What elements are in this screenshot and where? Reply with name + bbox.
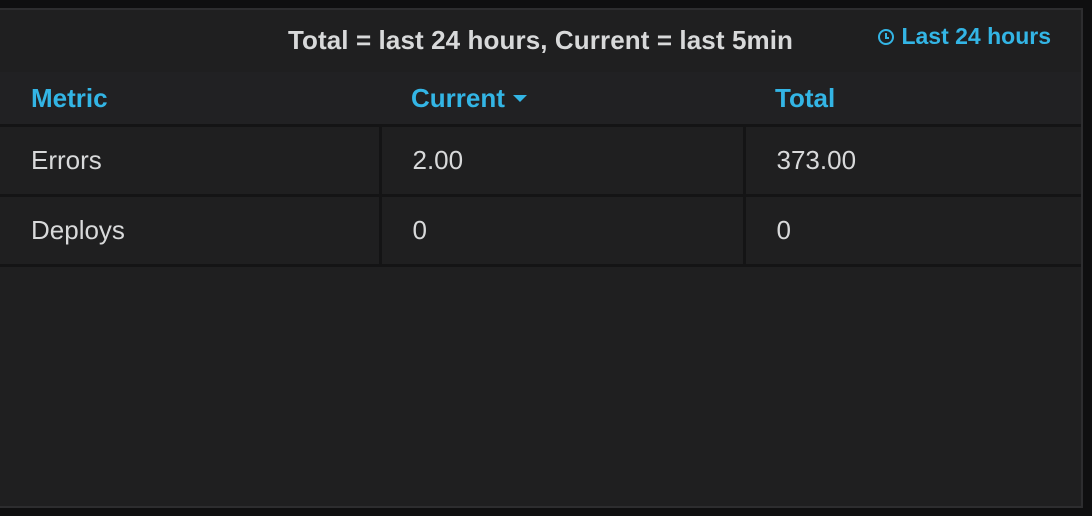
cell-metric: Deploys [0,195,380,267]
cell-total: 0 [742,195,1081,267]
column-header-total-label: Total [775,82,836,113]
column-header-current[interactable]: Current [380,72,744,127]
table-panel: Total = last 24 hours, Current = last 5m… [0,8,1083,508]
panel-title-text: Total = last 24 hours, Current = last 5m… [287,25,794,55]
clock-icon [878,28,895,45]
column-header-metric-label: Metric [31,82,108,113]
time-range-label: Last 24 hours [901,23,1051,49]
metrics-table: Metric Current Total Errors 2.00 373.00 … [0,72,1081,267]
table-row: Deploys 0 0 [0,195,1081,267]
sort-caret-down-icon [512,94,527,102]
table-header-row: Metric Current Total [0,72,1081,127]
column-header-metric[interactable]: Metric [0,72,380,127]
cell-metric: Errors [0,125,380,197]
cell-current: 0 [378,195,744,267]
column-header-current-label: Current [411,82,505,113]
cell-total: 373.00 [742,125,1081,197]
panel-header: Total = last 24 hours, Current = last 5m… [0,10,1081,70]
time-range-info[interactable]: Last 24 hours [878,23,1051,50]
table-row: Errors 2.00 373.00 [0,125,1081,197]
column-header-total[interactable]: Total [744,72,1081,127]
cell-current: 2.00 [378,125,744,197]
